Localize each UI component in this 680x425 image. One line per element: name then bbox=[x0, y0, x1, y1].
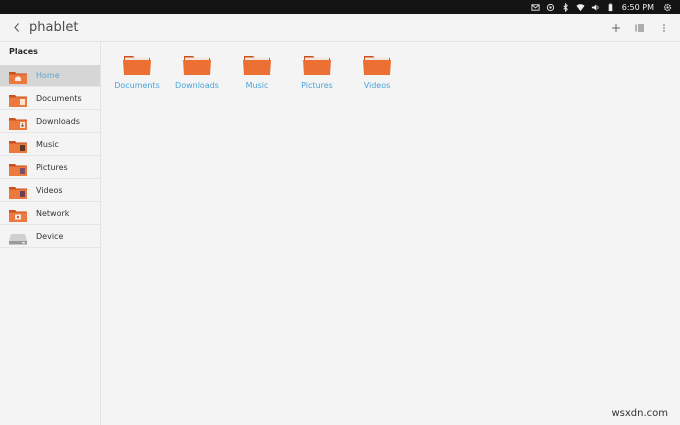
back-chevron-icon[interactable] bbox=[9, 20, 25, 36]
drive-icon bbox=[9, 230, 27, 244]
bluetooth-icon[interactable] bbox=[561, 2, 570, 12]
folder-icon bbox=[183, 56, 211, 75]
folder-icon bbox=[123, 56, 151, 75]
network-icon bbox=[9, 207, 27, 222]
folder-downloads[interactable]: Downloads bbox=[167, 54, 227, 90]
settings-icon[interactable] bbox=[663, 3, 672, 12]
folder-label: Pictures bbox=[301, 81, 333, 90]
sidebar-item-network[interactable]: Network bbox=[0, 203, 100, 225]
downloads-folder-icon bbox=[9, 115, 27, 130]
sidebar-item-downloads[interactable]: Downloads bbox=[0, 111, 100, 133]
home-folder-icon bbox=[9, 69, 27, 84]
wifi-icon[interactable] bbox=[576, 3, 585, 12]
sidebar-item-music[interactable]: Music bbox=[0, 134, 100, 156]
sidebar-item-videos[interactable]: Videos bbox=[0, 180, 100, 202]
sidebar-item-label: Home bbox=[36, 71, 60, 80]
pictures-folder-icon bbox=[9, 161, 27, 176]
folder-documents[interactable]: Documents bbox=[107, 54, 167, 90]
add-icon[interactable] bbox=[610, 22, 622, 34]
documents-folder-icon bbox=[9, 92, 27, 107]
list-view-icon[interactable] bbox=[634, 22, 646, 34]
folder-label: Downloads bbox=[175, 81, 219, 90]
sidebar-item-label: Videos bbox=[36, 186, 63, 195]
sidebar-item-documents[interactable]: Documents bbox=[0, 88, 100, 110]
sidebar-item-label: Network bbox=[36, 209, 70, 218]
sidebar-item-pictures[interactable]: Pictures bbox=[0, 157, 100, 179]
videos-folder-icon bbox=[9, 184, 27, 199]
status-bar: 6:50 PM bbox=[0, 0, 680, 14]
sidebar-item-label: Downloads bbox=[36, 117, 80, 126]
sidebar-item-device[interactable]: Device bbox=[0, 226, 100, 248]
folder-label: Videos bbox=[363, 81, 391, 90]
header-bar: phablet bbox=[0, 14, 680, 42]
folder-pictures[interactable]: Pictures bbox=[287, 54, 347, 90]
location-icon[interactable] bbox=[546, 3, 555, 12]
folder-icon bbox=[303, 56, 331, 75]
folder-icon bbox=[243, 56, 271, 75]
sidebar-item-label: Pictures bbox=[36, 163, 68, 172]
folder-label: Documents bbox=[114, 81, 160, 90]
folder-videos[interactable]: Videos bbox=[347, 54, 407, 90]
folder-grid: Documents Downloads Music Pictures Video… bbox=[101, 42, 680, 90]
folder-label: Music bbox=[245, 81, 269, 90]
header-actions bbox=[610, 22, 680, 34]
page-title: phablet bbox=[29, 20, 79, 35]
overflow-menu-icon[interactable] bbox=[658, 22, 670, 34]
mail-icon[interactable] bbox=[531, 3, 540, 12]
places-list: Home Documents Downloads Music Pictures … bbox=[0, 65, 100, 248]
places-heading: Places bbox=[9, 47, 38, 56]
sidebar-item-label: Music bbox=[36, 140, 59, 149]
sidebar-item-label: Device bbox=[36, 232, 64, 241]
folder-music[interactable]: Music bbox=[227, 54, 287, 90]
battery-icon[interactable] bbox=[606, 3, 615, 12]
sidebar-item-home[interactable]: Home bbox=[0, 65, 100, 87]
folder-icon bbox=[363, 56, 391, 75]
watermark-text: wsxdn.com bbox=[611, 408, 668, 419]
sidebar: Places Home Documents Downloads Music Pi… bbox=[0, 42, 101, 425]
volume-icon[interactable] bbox=[591, 3, 600, 12]
music-folder-icon bbox=[9, 138, 27, 153]
sidebar-item-label: Documents bbox=[36, 94, 82, 103]
file-browser-main: Documents Downloads Music Pictures Video… bbox=[101, 42, 680, 425]
clock-time[interactable]: 6:50 PM bbox=[622, 3, 654, 12]
